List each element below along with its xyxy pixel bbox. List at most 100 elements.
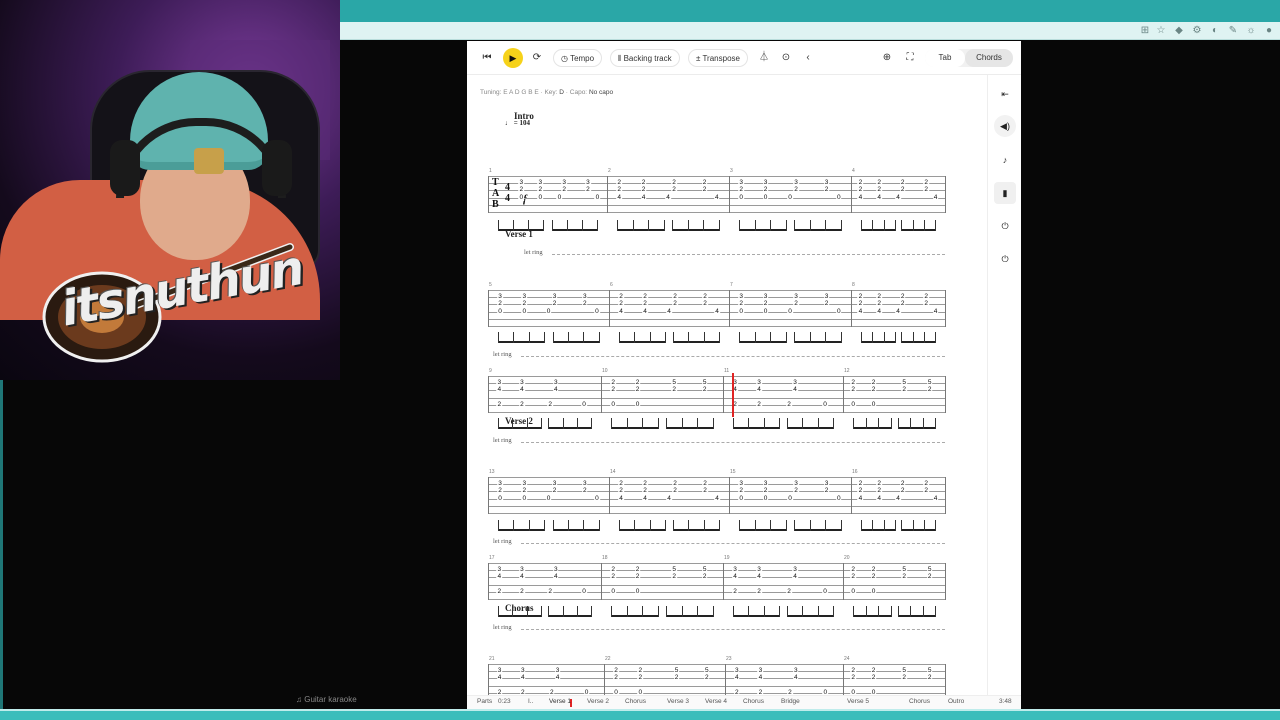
fret-number[interactable]: 0 <box>581 401 587 408</box>
collapse-panel-icon[interactable]: ⇤ <box>994 83 1016 105</box>
fret-number[interactable]: 2 <box>857 293 864 301</box>
fret-number[interactable]: 3 <box>733 667 740 675</box>
fret-number[interactable]: 2 <box>616 179 622 187</box>
fret-number[interactable]: 3 <box>762 480 769 488</box>
fret-number[interactable]: 3 <box>792 379 798 387</box>
fret-number[interactable]: 3 <box>792 566 798 574</box>
fret-number[interactable]: 3 <box>537 179 544 187</box>
fret-number[interactable]: 2 <box>610 574 616 581</box>
fret-number[interactable]: 2 <box>793 488 799 495</box>
extension-icon[interactable]: ✎ <box>1226 24 1240 38</box>
fret-number[interactable]: 3 <box>732 566 738 574</box>
fret-number[interactable]: 2 <box>519 401 525 408</box>
part-link-current[interactable]: Verse 1 <box>549 698 571 705</box>
fret-number[interactable]: 4 <box>876 308 882 315</box>
fret-number[interactable]: 4 <box>876 495 882 502</box>
fret-number[interactable]: 0 <box>610 588 616 595</box>
fret-number[interactable]: 2 <box>537 187 544 194</box>
fret-number[interactable]: 0 <box>581 588 587 595</box>
fret-number[interactable]: 2 <box>618 301 624 308</box>
fret-number[interactable]: 2 <box>610 387 616 394</box>
fret-number[interactable]: 2 <box>857 179 864 187</box>
fret-number[interactable]: 5 <box>926 667 933 675</box>
fret-number[interactable]: 2 <box>701 187 708 194</box>
fret-number[interactable]: 0 <box>594 495 600 502</box>
fret-number[interactable]: 0 <box>497 495 503 502</box>
fret-number[interactable]: 4 <box>792 675 799 682</box>
fret-number[interactable]: 4 <box>792 574 798 581</box>
fret-number[interactable]: 5 <box>673 667 680 675</box>
fret-number[interactable]: 2 <box>756 401 762 408</box>
fret-number[interactable]: 0 <box>870 588 877 595</box>
fret-number[interactable]: 3 <box>793 293 799 301</box>
fret-number[interactable]: 4 <box>496 574 503 581</box>
fret-number[interactable]: 4 <box>895 495 901 502</box>
fret-number[interactable]: 3 <box>581 480 588 488</box>
fret-number[interactable]: 2 <box>857 480 864 488</box>
fret-number[interactable]: 0 <box>545 495 552 502</box>
tempo-button[interactable]: ◷ Tempo <box>553 49 603 67</box>
fret-number[interactable]: 2 <box>642 488 648 495</box>
skip-back-icon[interactable]: ⏮ <box>478 49 496 67</box>
part-link[interactable]: Chorus <box>625 698 646 705</box>
fret-number[interactable]: 0 <box>738 308 744 315</box>
fret-number[interactable]: 0 <box>521 495 528 502</box>
fret-number[interactable]: 3 <box>762 293 769 301</box>
fret-number[interactable]: 2 <box>899 293 906 301</box>
fret-number[interactable]: 2 <box>551 301 558 308</box>
fret-number[interactable]: 2 <box>640 179 647 187</box>
fret-number[interactable]: 3 <box>793 179 799 187</box>
guitar-karaoke-label[interactable]: ♫ Guitar karaoke <box>296 695 357 704</box>
fret-number[interactable]: 3 <box>552 379 559 387</box>
fret-number[interactable]: 2 <box>926 574 933 581</box>
fret-number[interactable]: 0 <box>521 308 528 315</box>
fret-number[interactable]: 2 <box>793 187 799 194</box>
fret-number[interactable]: 2 <box>640 187 647 194</box>
fret-number[interactable]: 0 <box>518 194 525 201</box>
fret-number[interactable]: 4 <box>857 308 864 315</box>
fret-number[interactable]: 2 <box>738 488 744 495</box>
fret-number[interactable]: 0 <box>835 194 842 201</box>
part-link[interactable]: Outro <box>948 698 964 705</box>
fret-number[interactable]: 2 <box>876 187 882 194</box>
tab-view-option[interactable]: Tab <box>925 49 965 67</box>
fret-number[interactable]: 3 <box>561 179 567 187</box>
fret-number[interactable]: 2 <box>926 675 933 682</box>
fret-number[interactable]: 2 <box>672 293 678 301</box>
fret-number[interactable]: 2 <box>732 588 738 595</box>
fret-number[interactable]: 0 <box>870 401 877 408</box>
fret-number[interactable]: 2 <box>786 588 792 595</box>
fret-number[interactable]: 3 <box>585 179 591 187</box>
fret-number[interactable]: 3 <box>551 293 558 301</box>
fret-number[interactable]: 2 <box>547 588 553 595</box>
fret-number[interactable]: 2 <box>923 488 929 495</box>
fret-number[interactable]: 2 <box>870 387 877 394</box>
fret-number[interactable]: 3 <box>792 667 799 675</box>
guitar-track-icon[interactable]: ♪ <box>994 149 1016 171</box>
fret-number[interactable]: 0 <box>610 401 616 408</box>
pedal-track-icon[interactable]: ⏻ <box>994 215 1016 237</box>
fret-number[interactable]: 2 <box>671 574 677 581</box>
fret-number[interactable]: 3 <box>756 379 762 387</box>
fret-number[interactable]: 0 <box>822 588 828 595</box>
fret-number[interactable]: 2 <box>702 293 708 301</box>
fret-number[interactable]: 2 <box>850 574 856 581</box>
fret-number[interactable]: 2 <box>585 187 591 194</box>
fret-number[interactable]: 2 <box>850 667 856 675</box>
tuner-track-icon[interactable]: ⏻ <box>994 248 1016 270</box>
fret-number[interactable]: 4 <box>792 387 798 394</box>
extension-icon[interactable]: ◆ <box>1172 24 1186 38</box>
part-link[interactable]: Chorus <box>743 698 764 705</box>
fret-number[interactable]: 0 <box>497 308 503 315</box>
fret-number[interactable]: 2 <box>519 588 525 595</box>
fret-number[interactable]: 0 <box>787 495 793 502</box>
fret-number[interactable]: 2 <box>786 401 792 408</box>
fret-number[interactable]: 3 <box>823 179 830 187</box>
fret-number[interactable]: 2 <box>618 488 624 495</box>
fret-number[interactable]: 2 <box>923 179 929 187</box>
record-icon[interactable] <box>1190 24 1204 38</box>
fret-number[interactable]: 2 <box>634 387 641 394</box>
fret-number[interactable]: 2 <box>613 667 619 675</box>
fret-number[interactable]: 3 <box>823 293 830 301</box>
fret-number[interactable]: 4 <box>733 675 740 682</box>
